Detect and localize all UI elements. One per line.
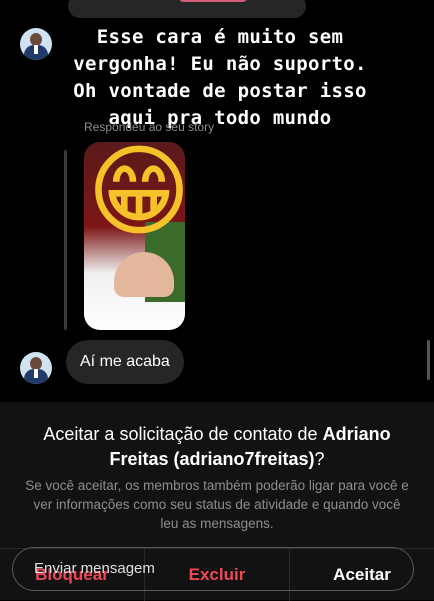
message-bubble[interactable]: Aí me acaba xyxy=(66,340,184,384)
accept-button[interactable]: Aceitar xyxy=(290,549,434,601)
story-caption-overlay: Esse cara é muito sem vergonha! Eu não s… xyxy=(30,24,410,132)
request-title: Aceitar a solicitação de contato de Adri… xyxy=(20,422,414,472)
request-title-prefix: Aceitar a solicitação de contato de xyxy=(43,424,323,444)
scrollbar[interactable] xyxy=(427,340,430,380)
previous-message-bubble xyxy=(68,0,306,18)
message-input-placeholder[interactable]: Enviar mensagem xyxy=(34,560,155,577)
delete-button[interactable]: Excluir xyxy=(145,549,289,601)
caption-line: Oh vontade de postar isso xyxy=(73,80,367,102)
request-description: Se você aceitar, os membros também poder… xyxy=(25,478,409,531)
caption-line: Esse cara é muito sem xyxy=(96,26,344,48)
grinning-face-emoji-sticker: 😁 xyxy=(86,133,192,250)
reply-indicator-bar xyxy=(64,150,67,330)
caption-line: vergonha! Eu não suporto. xyxy=(73,53,367,75)
avatar[interactable] xyxy=(20,352,52,384)
request-title-suffix: ? xyxy=(314,449,325,469)
